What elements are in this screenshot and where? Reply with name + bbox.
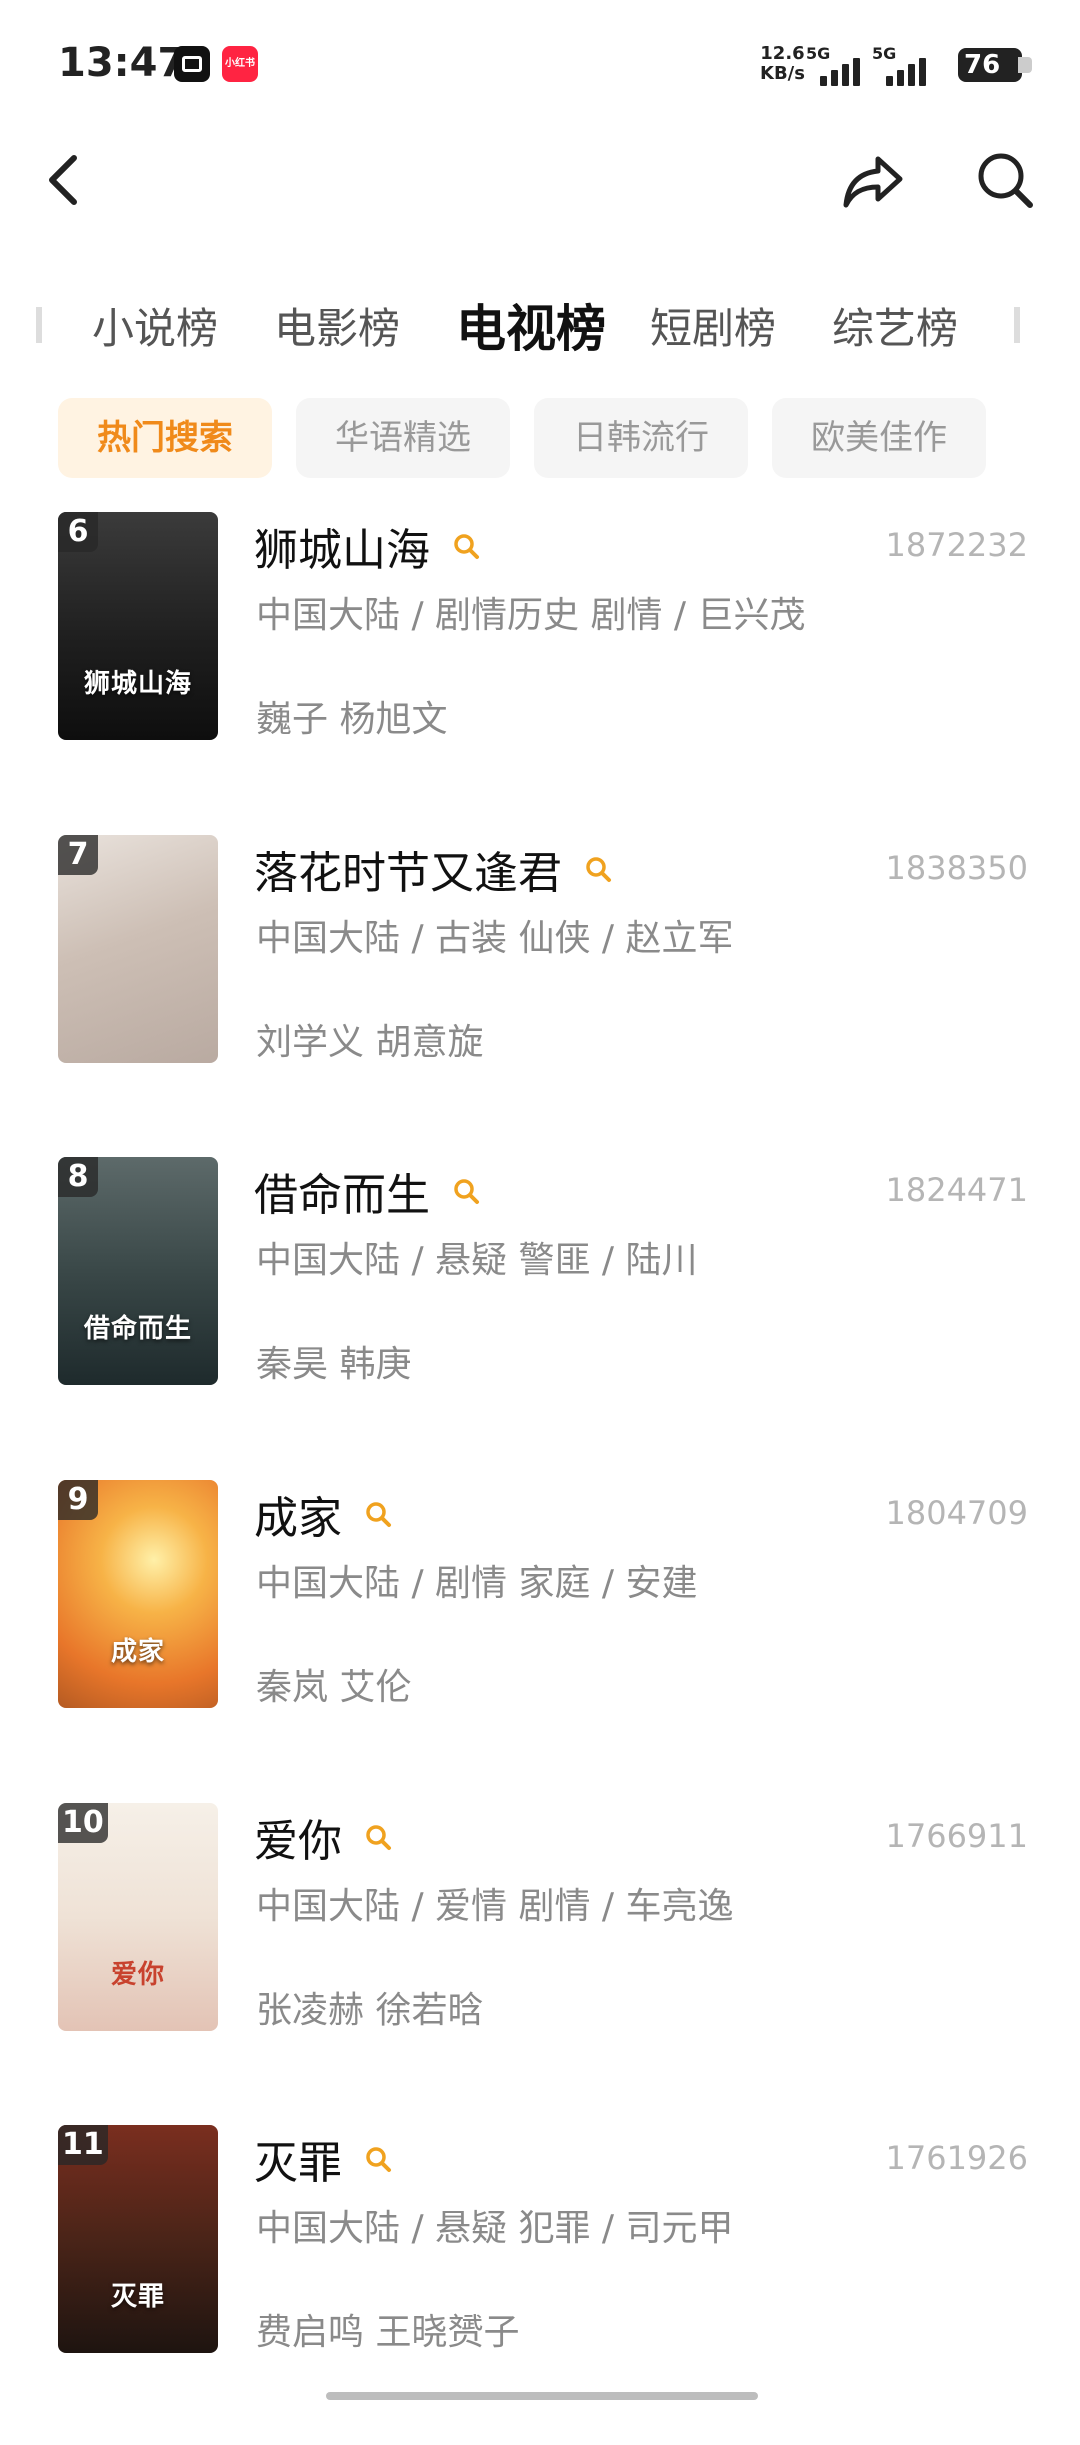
heat-score: 1872232 <box>885 526 1028 564</box>
show-cast: 张凌赫 徐若晗 <box>256 1990 484 2031</box>
show-meta: 中国大陆 / 悬疑 犯罪 / 司元甲 <box>256 2208 734 2249</box>
heat-score: 1838350 <box>885 849 1028 887</box>
show-cast: 费启鸣 王晓赟子 <box>256 2312 520 2353</box>
tab-short-drama-ranking[interactable]: 短剧榜 <box>650 295 776 356</box>
subtab-jpkr-popular[interactable]: 日韩流行 <box>534 398 748 478</box>
poster-image: 11 灭罪 <box>58 2125 218 2353</box>
status-bar: 13:47 小红书 12.6 KB/s 5G 5G 76 <box>0 0 1080 130</box>
battery-level: 76 <box>964 50 1001 80</box>
scroll-edge-right <box>1014 307 1020 343</box>
poster-title: 借命而生 <box>83 1314 192 1344</box>
poster-title: 灭罪 <box>110 2282 165 2312</box>
poster-title: 狮城山海 <box>83 669 192 699</box>
list-item[interactable]: 6 狮城山海 狮城山海 1872232 中国大陆 / 剧情历史 剧情 / 巨兴茂… <box>0 512 1080 832</box>
rank-badge: 7 <box>58 835 98 875</box>
subtab-hot-search[interactable]: 热门搜索 <box>58 398 272 478</box>
poster-image: 9 成家 <box>58 1480 218 1708</box>
tab-novel-ranking[interactable]: 小说榜 <box>92 295 218 356</box>
rank-badge: 6 <box>58 512 98 552</box>
sim1-network-type: 5G <box>806 44 831 63</box>
show-title: 成家 <box>254 1493 342 1544</box>
show-title: 灭罪 <box>254 2138 342 2189</box>
search-icon[interactable] <box>584 855 612 883</box>
back-button[interactable] <box>40 150 90 210</box>
poster-image: 6 狮城山海 <box>58 512 218 740</box>
rank-badge: 9 <box>58 1480 98 1520</box>
search-button[interactable] <box>970 145 1040 215</box>
rank-badge: 11 <box>58 2125 108 2165</box>
subtab-western-works[interactable]: 欧美佳作 <box>772 398 986 478</box>
scroll-edge-left <box>36 307 42 343</box>
list-item[interactable]: 8 借命而生 借命而生 1824471 中国大陆 / 悬疑 警匪 / 陆川 秦昊… <box>0 1157 1080 1477</box>
search-icon[interactable] <box>364 2145 392 2173</box>
show-title: 落花时节又逢君 <box>254 848 562 899</box>
capcut-notification-icon <box>174 46 210 82</box>
battery-icon: 76 <box>958 48 1032 82</box>
heat-score: 1824471 <box>885 1171 1028 1209</box>
search-icon[interactable] <box>452 1177 480 1205</box>
share-arrow-icon <box>843 156 903 208</box>
subtab-chinese-picks[interactable]: 华语精选 <box>296 398 510 478</box>
list-item[interactable]: 10 爱你 爱你 1766911 中国大陆 / 爱情 剧情 / 车亮逸 张凌赫 … <box>0 1803 1080 2123</box>
show-meta: 中国大陆 / 爱情 剧情 / 车亮逸 <box>256 1886 734 1927</box>
chevron-left-icon <box>49 155 77 205</box>
show-cast: 巍子 杨旭文 <box>256 699 448 740</box>
poster-title: 爱你 <box>110 1960 165 1990</box>
home-indicator[interactable] <box>326 2392 758 2400</box>
rank-badge: 8 <box>58 1157 98 1197</box>
tab-variety-ranking[interactable]: 综艺榜 <box>832 295 958 356</box>
category-tabs: 小说榜 电影榜 电视榜 短剧榜 综艺榜 <box>0 285 1080 375</box>
show-meta: 中国大陆 / 古装 仙侠 / 赵立军 <box>256 918 734 959</box>
status-time: 13:47 <box>58 40 186 86</box>
show-cast: 刘学义 胡意旋 <box>256 1022 484 1063</box>
network-speed: 12.6 KB/s <box>760 44 805 84</box>
show-title: 狮城山海 <box>254 525 430 576</box>
show-cast: 秦岚 艾伦 <box>256 1667 412 1708</box>
xiaohongshu-notification-icon: 小红书 <box>222 46 258 82</box>
rank-badge: 10 <box>58 1803 108 1843</box>
network-speed-value: 12.6 <box>760 43 805 64</box>
list-item[interactable]: 9 成家 成家 1804709 中国大陆 / 剧情 家庭 / 安建 秦岚 艾伦 <box>0 1480 1080 1800</box>
sim2-network-type: 5G <box>872 44 897 63</box>
show-cast: 秦昊 韩庚 <box>256 1344 412 1385</box>
show-meta: 中国大陆 / 剧情历史 剧情 / 巨兴茂 <box>256 595 806 636</box>
search-icon[interactable] <box>364 1500 392 1528</box>
search-icon <box>978 153 1033 208</box>
heat-score: 1766911 <box>885 1817 1028 1855</box>
search-icon[interactable] <box>452 532 480 560</box>
heat-score: 1761926 <box>885 2139 1028 2177</box>
heat-score: 1804709 <box>885 1494 1028 1532</box>
tab-tv-ranking[interactable]: 电视榜 <box>456 289 606 361</box>
signal-sim1-icon: 5G <box>806 44 876 86</box>
show-title: 爱你 <box>254 1816 342 1867</box>
show-meta: 中国大陆 / 剧情 家庭 / 安建 <box>256 1563 698 1604</box>
poster-title: 成家 <box>110 1637 165 1667</box>
share-button[interactable] <box>838 145 908 215</box>
show-meta: 中国大陆 / 悬疑 警匪 / 陆川 <box>256 1240 698 1281</box>
signal-sim2-icon: 5G <box>872 44 942 86</box>
poster-image: 7 <box>58 835 218 1063</box>
search-icon[interactable] <box>364 1823 392 1851</box>
network-speed-unit: KB/s <box>760 63 805 84</box>
list-item[interactable]: 7 落花时节又逢君 1838350 中国大陆 / 古装 仙侠 / 赵立军 刘学义… <box>0 835 1080 1155</box>
show-title: 借命而生 <box>254 1170 430 1221</box>
poster-image: 8 借命而生 <box>58 1157 218 1385</box>
tab-movie-ranking[interactable]: 电影榜 <box>274 295 400 356</box>
poster-image: 10 爱你 <box>58 1803 218 2031</box>
